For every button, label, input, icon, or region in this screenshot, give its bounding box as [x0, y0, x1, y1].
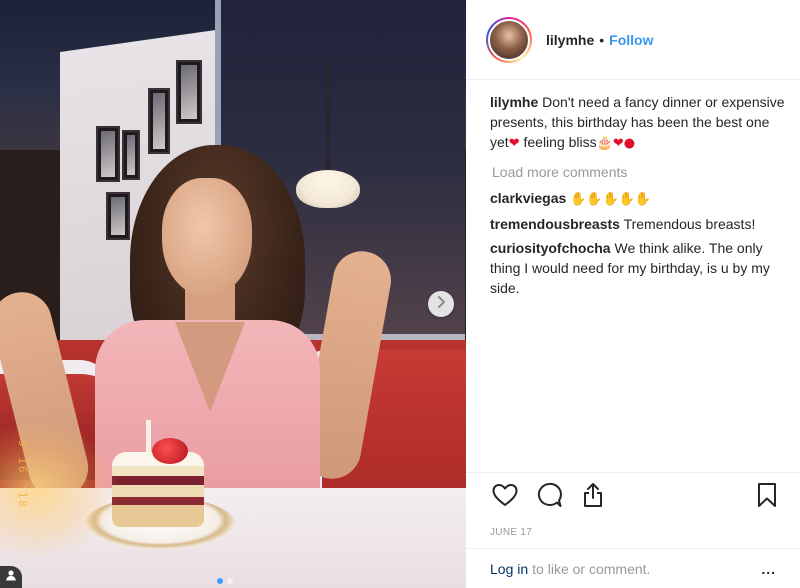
photo-date-stamp: 9 16 '18: [16, 440, 29, 509]
login-link[interactable]: Log in: [490, 561, 528, 577]
carousel-next-button[interactable]: [428, 291, 454, 317]
post-author-line: lilymhe • Follow: [546, 32, 653, 48]
person-face: [162, 178, 252, 296]
chevron-right-icon: [436, 295, 446, 313]
wall-frame: [122, 130, 140, 180]
speech-bubble-icon: [536, 482, 562, 513]
heart-outline-icon: [492, 483, 518, 512]
cake-emoji-icon: 🎂: [596, 136, 613, 151]
post-photo[interactable]: 9 16 '18: [0, 0, 466, 588]
post-header: lilymhe • Follow: [466, 0, 800, 80]
comment-text: Tremendous breasts!: [623, 216, 756, 232]
wall-frame: [106, 192, 130, 240]
clapping-hands-emoji-icon: ✋✋✋✋✋: [570, 192, 652, 207]
pendant-lamp: [296, 170, 360, 208]
post-side-panel: lilymhe • Follow lilymhe Don't need a fa…: [466, 0, 800, 588]
comment-username[interactable]: clarkviegas: [490, 190, 566, 206]
caption-text-2: feeling bliss: [519, 134, 597, 150]
carousel-dot: [227, 578, 233, 584]
avatar: [488, 18, 530, 61]
comment: clarkviegas ✋✋✋✋✋: [490, 188, 786, 210]
bookmark-icon: [757, 482, 777, 513]
post-footer: Log in to like or comment. ...: [466, 548, 800, 588]
heart-emoji-icon: ❤: [612, 136, 624, 151]
login-prompt-text: to like or comment.: [532, 560, 651, 577]
comment-username[interactable]: tremendousbreasts: [490, 216, 620, 232]
caption-username[interactable]: lilymhe: [490, 94, 538, 110]
comment: curiosityofchocha We think alike. The on…: [490, 238, 786, 298]
comments-section: lilymhe Don't need a fancy dinner or exp…: [490, 92, 786, 302]
wall-frame: [176, 60, 202, 124]
tagged-users-button[interactable]: [0, 566, 22, 588]
wall-frame: [96, 126, 120, 182]
share-upload-icon: [582, 482, 604, 513]
separator-dot: •: [599, 31, 605, 48]
share-button[interactable]: [578, 483, 608, 513]
heart-emoji-icon: ❤: [508, 136, 520, 151]
author-username[interactable]: lilymhe: [546, 32, 594, 48]
post-actions-bar: [466, 472, 800, 522]
strawberry-emoji-icon: ●: [623, 136, 636, 151]
comment: tremendousbreasts Tremendous breasts!: [490, 214, 786, 234]
pendant-stem: [326, 60, 330, 172]
cake-strawberry: [152, 438, 188, 464]
post-date[interactable]: JUNE 17: [490, 527, 532, 538]
cake-candle: [146, 420, 151, 456]
save-button[interactable]: [752, 483, 782, 513]
load-more-comments[interactable]: Load more comments: [492, 162, 786, 182]
comment-username[interactable]: curiosityofchocha: [490, 240, 611, 256]
follow-button[interactable]: Follow: [609, 32, 653, 48]
like-button[interactable]: [490, 483, 520, 513]
carousel-dot: [217, 578, 223, 584]
caption: lilymhe Don't need a fancy dinner or exp…: [490, 92, 786, 154]
more-options-button[interactable]: ...: [761, 561, 776, 577]
photo-scene: 9 16 '18: [0, 0, 466, 588]
wall-frame: [148, 88, 170, 154]
story-ring[interactable]: [486, 16, 532, 63]
carousel-indicator: [217, 578, 233, 584]
comment-button[interactable]: [534, 482, 564, 513]
user-tag-icon: [5, 568, 17, 586]
cake-slice: [112, 452, 204, 530]
